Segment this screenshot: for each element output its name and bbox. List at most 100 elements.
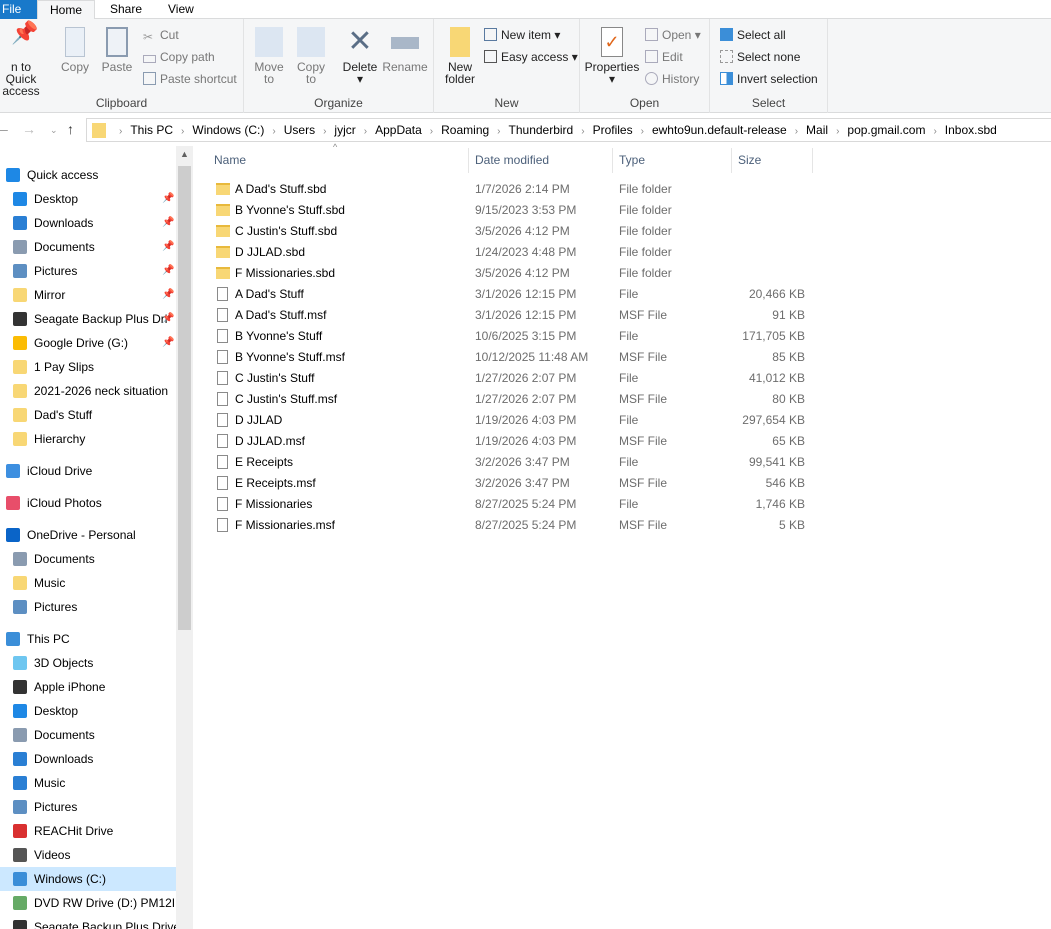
copy-button[interactable]: Copy (58, 27, 92, 73)
breadcrumb-item[interactable]: AppData (375, 123, 422, 137)
copy-path-button[interactable]: Copy path (143, 48, 215, 68)
pin-icon[interactable]: 📌 (162, 259, 174, 283)
nav-item[interactable]: Quick access (0, 163, 176, 187)
nav-item[interactable]: Pictures 📌 (0, 259, 176, 283)
file-row[interactable]: C Justin's Stuff.msf 1/27/2026 2:07 PM MSF… (208, 389, 812, 410)
nav-item[interactable]: Seagate Backup Plus Drive (0, 915, 176, 929)
pin-icon[interactable]: 📌 (162, 331, 174, 355)
delete-button[interactable]: ✕ Delete ▾ (340, 27, 380, 86)
tab-share[interactable]: Share (100, 0, 152, 19)
nav-item[interactable]: Seagate Backup Plus Dri 📌 (0, 307, 176, 331)
column-header-name[interactable]: Name (214, 148, 246, 173)
breadcrumb-separator[interactable]: › (430, 126, 433, 137)
pin-icon[interactable]: 📌 (162, 211, 174, 235)
breadcrumb-item[interactable]: ewhto9un.default-release (652, 123, 787, 137)
file-row[interactable]: F Missionaries 8/27/2025 5:24 PM File 1,746… (208, 494, 812, 515)
nav-item[interactable]: Google Drive (G:) 📌 (0, 331, 176, 355)
scroll-up-icon[interactable]: ▲ (180, 149, 189, 159)
breadcrumb-separator[interactable]: › (364, 126, 367, 137)
nav-item[interactable]: Music (0, 571, 176, 595)
navigation-scrollbar[interactable]: ▲ (176, 146, 193, 929)
nav-item[interactable]: Desktop 📌 (0, 187, 176, 211)
breadcrumb-separator[interactable]: › (581, 126, 584, 137)
nav-item[interactable]: Documents 📌 (0, 235, 176, 259)
paste-button[interactable]: Paste (100, 27, 134, 73)
address-bar[interactable]: › This PC › Windows (C:) › Users › jyjcr › AppDat… (86, 118, 1051, 142)
breadcrumb-item[interactable]: Users (284, 123, 315, 137)
open-button[interactable]: Open ▾ (645, 26, 701, 46)
tab-file[interactable]: File (0, 0, 37, 19)
file-row[interactable]: B Yvonne's Stuff 10/6/2025 3:15 PM File 171… (208, 326, 812, 347)
easy-access-button[interactable]: Easy access ▾ (484, 48, 578, 68)
nav-item[interactable]: Downloads 📌 (0, 211, 176, 235)
breadcrumb-item[interactable]: Roaming (441, 123, 489, 137)
pin-quick-access-button[interactable]: 📌 n to Quick access (0, 22, 50, 98)
column-divider[interactable] (612, 148, 613, 173)
breadcrumb-item[interactable]: Profiles (593, 123, 633, 137)
nav-item[interactable]: Downloads (0, 747, 176, 771)
new-folder-button[interactable]: New folder (440, 27, 480, 85)
breadcrumb-item[interactable]: pop.gmail.com (847, 123, 925, 137)
breadcrumb-item[interactable]: jyjcr (334, 123, 355, 137)
breadcrumb-item[interactable]: Inbox.sbd (945, 123, 997, 137)
file-row[interactable]: D JJLAD.sbd 1/24/2023 4:48 PM File folder (208, 242, 812, 263)
file-row[interactable]: B Yvonne's Stuff.msf 10/12/2025 11:48 AM M… (208, 347, 812, 368)
recent-chevron-icon[interactable]: ⌄ (50, 125, 58, 136)
file-row[interactable]: A Dad's Stuff 3/1/2026 12:15 PM File 20,466… (208, 284, 812, 305)
nav-item[interactable]: Pictures (0, 595, 176, 619)
breadcrumb-separator[interactable]: › (836, 126, 839, 137)
breadcrumb-item[interactable]: This PC (130, 123, 173, 137)
nav-item[interactable]: Music (0, 771, 176, 795)
forward-arrow-icon[interactable]: → (22, 121, 36, 137)
nav-item[interactable]: Mirror 📌 (0, 283, 176, 307)
rename-button[interactable]: Rename (382, 27, 428, 73)
nav-item[interactable]: Pictures (0, 795, 176, 819)
column-header-size[interactable]: Size (738, 148, 761, 173)
move-to-button[interactable]: Move to (252, 27, 286, 85)
nav-item[interactable]: REACHit Drive (0, 819, 176, 843)
breadcrumb-separator[interactable]: › (933, 126, 936, 137)
properties-button[interactable]: ✓ Properties ▾ (584, 27, 640, 85)
nav-item[interactable]: Apple iPhone (0, 675, 176, 699)
file-row[interactable]: E Receipts.msf 3/2/2026 3:47 PM MSF File 54… (208, 473, 812, 494)
file-row[interactable]: B Yvonne's Stuff.sbd 9/15/2023 3:53 PM Fil… (208, 200, 812, 221)
nav-item[interactable]: Windows (C:) (0, 867, 176, 891)
nav-item[interactable]: DVD RW Drive (D:) PM12IN (0, 891, 176, 915)
copy-to-button[interactable]: Copy to (294, 27, 328, 85)
file-row[interactable]: F Missionaries.msf 8/27/2025 5:24 PM MSF F… (208, 515, 812, 536)
breadcrumb-item[interactable]: Windows (C:) (192, 123, 264, 137)
column-divider[interactable] (812, 148, 813, 173)
scrollbar-thumb[interactable] (178, 166, 191, 630)
column-header-type[interactable]: Type (619, 148, 645, 173)
column-divider[interactable] (468, 148, 469, 173)
nav-item[interactable]: OneDrive - Personal (0, 523, 176, 547)
file-row[interactable]: D JJLAD.msf 1/19/2026 4:03 PM MSF File 65 K… (208, 431, 812, 452)
select-none-button[interactable]: Select none (720, 48, 800, 68)
nav-item[interactable]: 2021-2026 neck situation (0, 379, 176, 403)
file-row[interactable]: F Missionaries.sbd 3/5/2026 4:12 PM File f… (208, 263, 812, 284)
nav-item[interactable]: This PC (0, 627, 176, 651)
nav-item[interactable]: 1 Pay Slips (0, 355, 176, 379)
nav-item[interactable]: iCloud Photos (0, 491, 176, 515)
nav-item[interactable]: Hierarchy (0, 427, 176, 451)
nav-item[interactable]: iCloud Drive (0, 459, 176, 483)
file-row[interactable]: E Receipts 3/2/2026 3:47 PM File 99,541 KB (208, 452, 812, 473)
nav-item[interactable]: Desktop (0, 699, 176, 723)
cut-button[interactable]: ✂ Cut (143, 26, 179, 46)
breadcrumb-separator[interactable]: › (641, 126, 644, 137)
breadcrumb-separator[interactable]: › (323, 126, 326, 137)
pin-icon[interactable]: 📌 (162, 187, 174, 211)
file-row[interactable]: A Dad's Stuff.msf 3/1/2026 12:15 PM MSF Fi… (208, 305, 812, 326)
pin-icon[interactable]: 📌 (162, 307, 174, 331)
edit-button[interactable]: Edit (645, 48, 683, 68)
tab-home[interactable]: Home (37, 0, 95, 20)
history-button[interactable]: History (645, 70, 699, 90)
back-arrow-icon[interactable]: – (0, 121, 8, 137)
file-row[interactable]: C Justin's Stuff.sbd 3/5/2026 4:12 PM File… (208, 221, 812, 242)
invert-selection-button[interactable]: Invert selection (720, 70, 818, 90)
breadcrumb-separator[interactable]: › (272, 126, 275, 137)
new-item-button[interactable]: New item ▾ (484, 26, 560, 46)
breadcrumb-item[interactable]: Mail (806, 123, 828, 137)
file-row[interactable]: A Dad's Stuff.sbd 1/7/2026 2:14 PM File fo… (208, 179, 812, 200)
file-row[interactable]: C Justin's Stuff 1/27/2026 2:07 PM File 41,… (208, 368, 812, 389)
